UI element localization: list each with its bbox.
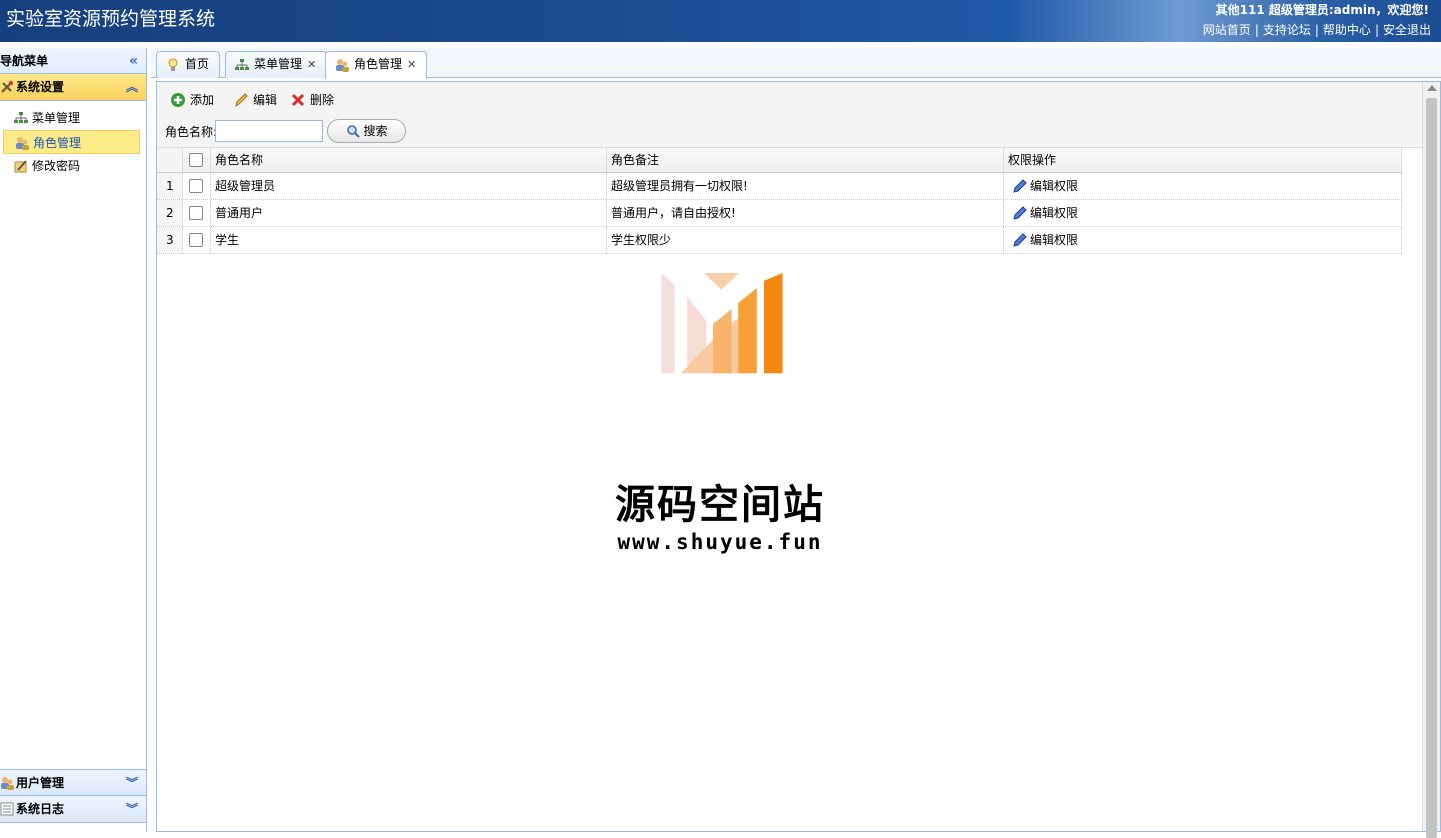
password-edit-icon (14, 160, 27, 173)
delete-icon (291, 93, 305, 107)
link-home[interactable]: 网站首页 (1203, 23, 1251, 37)
link-logout[interactable]: 安全退出 (1383, 23, 1431, 37)
lightbulb-icon (168, 58, 178, 71)
role-table: 角色名称 角色备注 权限操作 1 超级管理员 超级管理员拥有一切权限! 编辑权限… (157, 148, 1402, 254)
link-forum[interactable]: 支持论坛 (1263, 23, 1311, 37)
table-row[interactable]: 3 学生 学生权限少 编辑权限 (157, 227, 1402, 254)
pencil-icon (1013, 233, 1027, 247)
watermark-name: 源码空间站 (615, 482, 825, 528)
edit-permission-link[interactable]: 编辑权限 (1008, 206, 1078, 220)
app-title: 实验室资源预约管理系统 (6, 8, 216, 30)
table-row[interactable]: 2 普通用户 普通用户，请自由授权! 编辑权限 (157, 200, 1402, 227)
pencil-icon (235, 93, 248, 108)
pencil-icon (1013, 179, 1027, 193)
header-links: 网站首页 | 支持论坛 | 帮助中心 | 安全退出 (1202, 23, 1431, 37)
welcome-text: 其他111 超级管理员:admin，欢迎您! (1215, 3, 1429, 17)
sidebar-item-menu-manage[interactable]: 菜单管理 (0, 106, 146, 130)
tools-icon (1, 81, 13, 93)
users-icon (336, 59, 349, 72)
row-checkbox[interactable] (189, 232, 203, 247)
chevron-down-icon[interactable]: ︾ (126, 796, 138, 823)
delete-button[interactable]: 删除 (290, 90, 334, 110)
sitemap-icon (235, 59, 249, 70)
search-icon (347, 125, 360, 138)
sidebar-item-change-password[interactable]: 修改密码 (0, 154, 146, 178)
close-icon[interactable]: ✕ (307, 58, 316, 71)
search-button[interactable]: 搜索 (327, 119, 406, 143)
row-checkbox[interactable] (189, 205, 203, 220)
log-icon (0, 802, 14, 816)
tab-menu-manage[interactable]: 菜单管理 ✕ (225, 51, 328, 78)
content-panel: 添加 编辑 删除 角色名称: 搜索 角色名称 角色备注 权限操作 1 超级管理员 (156, 81, 1441, 838)
tab-bar: 首页 菜单管理 ✕ 角色管理 ✕ (151, 48, 1441, 79)
tab-role-manage[interactable]: 角色管理 ✕ (325, 51, 428, 79)
sidebar-item-role-manage[interactable]: 角色管理 (3, 130, 140, 154)
app-header: 实验室资源预约管理系统 其他111 超级管理员:admin，欢迎您! 网站首页 |… (0, 0, 1441, 42)
scroll-up-icon[interactable] (1427, 85, 1437, 91)
column-header-op[interactable]: 权限操作 (1004, 148, 1402, 172)
select-all-checkbox[interactable] (189, 152, 203, 167)
pencil-icon (1013, 206, 1027, 220)
users-icon (16, 137, 29, 150)
section-system-settings[interactable]: 系统设置 ︽ (0, 74, 146, 101)
collapse-sidebar-icon[interactable]: « (129, 48, 138, 74)
scrollbar-thumb[interactable] (1426, 98, 1437, 838)
column-header-name[interactable]: 角色名称 (211, 148, 607, 172)
role-name-search-input[interactable] (215, 120, 323, 142)
sidebar-title: 导航菜单 « (0, 48, 146, 74)
search-label: 角色名称: (165, 125, 218, 139)
edit-button[interactable]: 编辑 (233, 90, 277, 110)
vertical-scrollbar[interactable] (1422, 82, 1440, 838)
sitemap-icon (14, 112, 28, 123)
watermark-logo (661, 273, 783, 374)
close-icon[interactable]: ✕ (407, 58, 416, 71)
column-header-note[interactable]: 角色备注 (607, 148, 1004, 172)
table-header: 角色名称 角色备注 权限操作 (157, 148, 1402, 173)
section-system-log[interactable]: 系统日志 ︾ (0, 796, 146, 823)
edit-permission-link[interactable]: 编辑权限 (1008, 233, 1078, 247)
toolbar: 添加 编辑 删除 角色名称: 搜索 (157, 82, 1440, 148)
add-button[interactable]: 添加 (170, 90, 214, 110)
section-user-manage[interactable]: 用户管理 ︾ (0, 769, 146, 796)
link-help[interactable]: 帮助中心 (1323, 23, 1371, 37)
chevron-down-icon[interactable]: ︾ (126, 770, 138, 797)
table-row[interactable]: 1 超级管理员 超级管理员拥有一切权限! 编辑权限 (157, 173, 1402, 200)
sidebar: 导航菜单 « 系统设置 ︽ 菜单管理 角色管理 修改密码 用户管理 ︾ 系统日志… (0, 48, 147, 832)
add-icon (171, 93, 185, 107)
chevron-up-icon[interactable]: ︽ (126, 74, 138, 101)
tab-home[interactable]: 首页 (156, 51, 221, 78)
row-checkbox[interactable] (189, 178, 203, 193)
users-icon (1, 777, 14, 790)
edit-permission-link[interactable]: 编辑权限 (1008, 179, 1078, 193)
watermark-url: www.shuyue.fun (617, 530, 823, 554)
